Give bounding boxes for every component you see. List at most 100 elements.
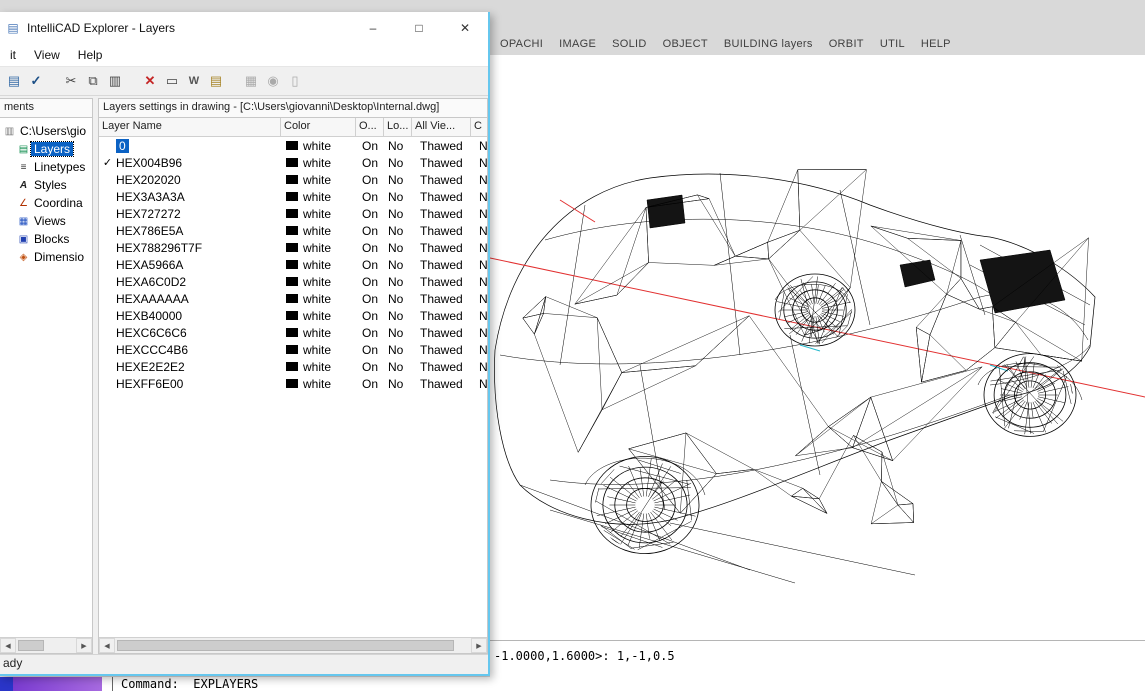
toolbar-button[interactable]: ▯	[284, 70, 306, 92]
layer-locked-value[interactable]: No	[384, 377, 412, 391]
layer-on-value[interactable]: On	[356, 309, 384, 323]
tree-horizontal-scrollbar[interactable]: ◀ ▶	[0, 637, 92, 653]
toolbar-button[interactable]: ▤	[3, 70, 25, 92]
layer-current-viewport-value[interactable]: N	[471, 343, 487, 357]
layer-current-viewport-value[interactable]: N	[471, 258, 487, 272]
layer-current-viewport-value[interactable]: N	[471, 292, 487, 306]
window-titlebar[interactable]: IntelliCAD Explorer - Layers – □ ✕	[0, 12, 488, 44]
layer-locked-value[interactable]: No	[384, 309, 412, 323]
column-header[interactable]: O...	[356, 118, 384, 136]
layer-current-viewport-value[interactable]: N	[471, 275, 487, 289]
layer-all-viewports-value[interactable]: Thawed	[412, 224, 471, 238]
color-swatch[interactable]	[286, 141, 298, 150]
layer-all-viewports-value[interactable]: Thawed	[412, 258, 471, 272]
layer-all-viewports-value[interactable]: Thawed	[412, 377, 471, 391]
layer-current-viewport-value[interactable]: N	[471, 224, 487, 238]
layer-on-value[interactable]: On	[356, 139, 384, 153]
layer-current-viewport-value[interactable]: N	[471, 326, 487, 340]
layer-on-value[interactable]: On	[356, 258, 384, 272]
taskbar-icon-purple[interactable]	[13, 677, 102, 691]
layers-horizontal-scrollbar[interactable]: ◀ ▶	[99, 637, 487, 653]
layer-on-value[interactable]: On	[356, 190, 384, 204]
column-header[interactable]: Color	[281, 118, 356, 136]
cad-menu-item[interactable]: UTIL	[880, 38, 905, 50]
toolbar-button[interactable]: ✂	[60, 70, 82, 92]
color-swatch[interactable]	[286, 294, 298, 303]
layer-locked-value[interactable]: No	[384, 292, 412, 306]
column-header[interactable]: All Vie...	[412, 118, 471, 136]
layer-row[interactable]: ✓ HEX3A3A3A white On No Thawed N	[99, 188, 487, 205]
layer-on-value[interactable]: On	[356, 224, 384, 238]
layer-all-viewports-value[interactable]: Thawed	[412, 360, 471, 374]
scroll-thumb[interactable]	[18, 640, 44, 651]
toolbar-button[interactable]: ◉	[262, 70, 284, 92]
layer-row[interactable]: ✓ HEXE2E2E2 white On No Thawed N	[99, 358, 487, 375]
command-prompt-area[interactable]: -1.0000,1.6000>: 1,-1,0.5	[490, 640, 1145, 677]
layer-locked-value[interactable]: No	[384, 207, 412, 221]
layer-current-viewport-value[interactable]: N	[471, 360, 487, 374]
layer-current-viewport-value[interactable]: N	[471, 309, 487, 323]
layer-all-viewports-value[interactable]: Thawed	[412, 173, 471, 187]
layer-row[interactable]: ✓ 0 white On No Thawed N	[99, 137, 487, 154]
layer-row[interactable]: ✓ HEXA6C0D2 white On No Thawed N	[99, 273, 487, 290]
layer-all-viewports-value[interactable]: Thawed	[412, 343, 471, 357]
tree-item[interactable]: Dimensio	[0, 248, 92, 266]
scroll-right-arrow[interactable]: ▶	[471, 638, 487, 653]
command-input-line[interactable]: Command: EXPLAYERS	[112, 677, 258, 691]
scroll-track[interactable]	[16, 638, 76, 653]
layer-all-viewports-value[interactable]: Thawed	[412, 309, 471, 323]
cad-menu-item[interactable]: OPACHI	[500, 38, 543, 50]
column-header[interactable]: Layer Name	[99, 118, 281, 136]
layer-locked-value[interactable]: No	[384, 275, 412, 289]
layer-row[interactable]: ✓ HEXA5966A white On No Thawed N	[99, 256, 487, 273]
layer-locked-value[interactable]: No	[384, 224, 412, 238]
layer-locked-value[interactable]: No	[384, 173, 412, 187]
layer-on-value[interactable]: On	[356, 292, 384, 306]
layer-row[interactable]: ✓ HEXB40000 white On No Thawed N	[99, 307, 487, 324]
explorer-menu-item[interactable]: View	[25, 48, 69, 62]
layer-on-value[interactable]: On	[356, 241, 384, 255]
cad-menu-item[interactable]: IMAGE	[559, 38, 596, 50]
layer-current-viewport-value[interactable]: N	[471, 377, 487, 391]
color-swatch[interactable]	[286, 362, 298, 371]
layer-row[interactable]: ✓ HEXFF6E00 white On No Thawed N	[99, 375, 487, 392]
color-swatch[interactable]	[286, 311, 298, 320]
drawing-viewport[interactable]	[490, 55, 1145, 640]
layer-row[interactable]: ✓ HEX786E5A white On No Thawed N	[99, 222, 487, 239]
color-swatch[interactable]	[286, 277, 298, 286]
layer-current-viewport-value[interactable]: N	[471, 241, 487, 255]
color-swatch[interactable]	[286, 260, 298, 269]
color-swatch[interactable]	[286, 379, 298, 388]
color-swatch[interactable]	[286, 328, 298, 337]
layer-row[interactable]: ✓ HEX788296T7F white On No Thawed N	[99, 239, 487, 256]
layer-on-value[interactable]: On	[356, 173, 384, 187]
layer-all-viewports-value[interactable]: Thawed	[412, 275, 471, 289]
layer-row[interactable]: ✓ HEXAAAAAA white On No Thawed N	[99, 290, 487, 307]
tree-item[interactable]: Linetypes	[0, 158, 92, 176]
cad-menu-item[interactable]: HELP	[921, 38, 951, 50]
tree-item[interactable]: Layers	[0, 140, 92, 158]
layer-all-viewports-value[interactable]: Thawed	[412, 326, 471, 340]
layer-all-viewports-value[interactable]: Thawed	[412, 241, 471, 255]
color-swatch[interactable]	[286, 192, 298, 201]
layer-locked-value[interactable]: No	[384, 326, 412, 340]
layer-all-viewports-value[interactable]: Thawed	[412, 207, 471, 221]
toolbar-button[interactable]: ⧉	[82, 70, 104, 92]
toolbar-button[interactable]: ▥	[104, 70, 126, 92]
tree-item[interactable]: Blocks	[0, 230, 92, 248]
color-swatch[interactable]	[286, 226, 298, 235]
layer-on-value[interactable]: On	[356, 156, 384, 170]
color-swatch[interactable]	[286, 345, 298, 354]
color-swatch[interactable]	[286, 209, 298, 218]
layer-on-value[interactable]: On	[356, 343, 384, 357]
layer-current-viewport-value[interactable]: N	[471, 156, 487, 170]
layer-on-value[interactable]: On	[356, 326, 384, 340]
layer-locked-value[interactable]: No	[384, 241, 412, 255]
toolbar-button[interactable]: ▭	[161, 70, 183, 92]
layer-locked-value[interactable]: No	[384, 139, 412, 153]
scroll-right-arrow[interactable]: ▶	[76, 638, 92, 653]
layer-all-viewports-value[interactable]: Thawed	[412, 292, 471, 306]
layer-locked-value[interactable]: No	[384, 343, 412, 357]
maximize-button[interactable]: □	[396, 12, 442, 44]
layer-current-viewport-value[interactable]: N	[471, 173, 487, 187]
